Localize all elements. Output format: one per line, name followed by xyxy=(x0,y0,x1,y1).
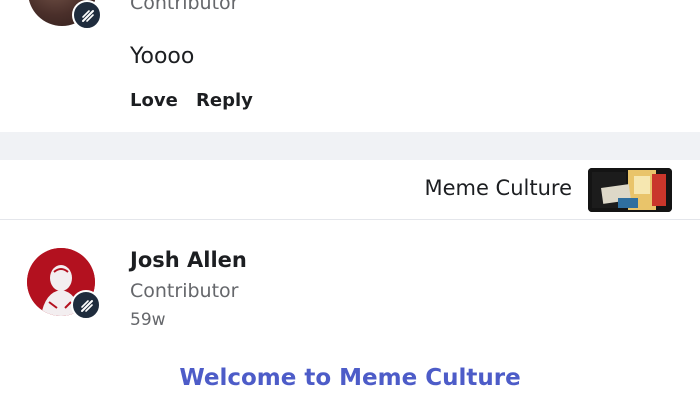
author-role: Contributor xyxy=(130,280,239,302)
commenter-avatar[interactable] xyxy=(28,0,102,30)
comment-text: Yoooo xyxy=(130,44,195,69)
contributor-badge-icon xyxy=(71,290,101,320)
author-avatar[interactable] xyxy=(27,248,101,320)
author-name-link[interactable]: Josh Allen xyxy=(130,248,247,272)
comments-feed: Contributor Yoooo Love Reply Meme Cultur… xyxy=(0,0,700,394)
group-thumbnail[interactable] xyxy=(588,168,672,212)
section-divider xyxy=(0,132,700,160)
group-name-link[interactable]: Meme Culture xyxy=(424,176,572,200)
reply-button[interactable]: Reply xyxy=(196,90,253,111)
commenter-role: Contributor xyxy=(130,0,239,14)
contributor-badge-icon xyxy=(72,0,102,30)
post-heading: Welcome to Meme Culture xyxy=(179,365,521,391)
timestamp-link[interactable]: 59w xyxy=(130,310,166,330)
love-button[interactable]: Love xyxy=(130,90,178,111)
